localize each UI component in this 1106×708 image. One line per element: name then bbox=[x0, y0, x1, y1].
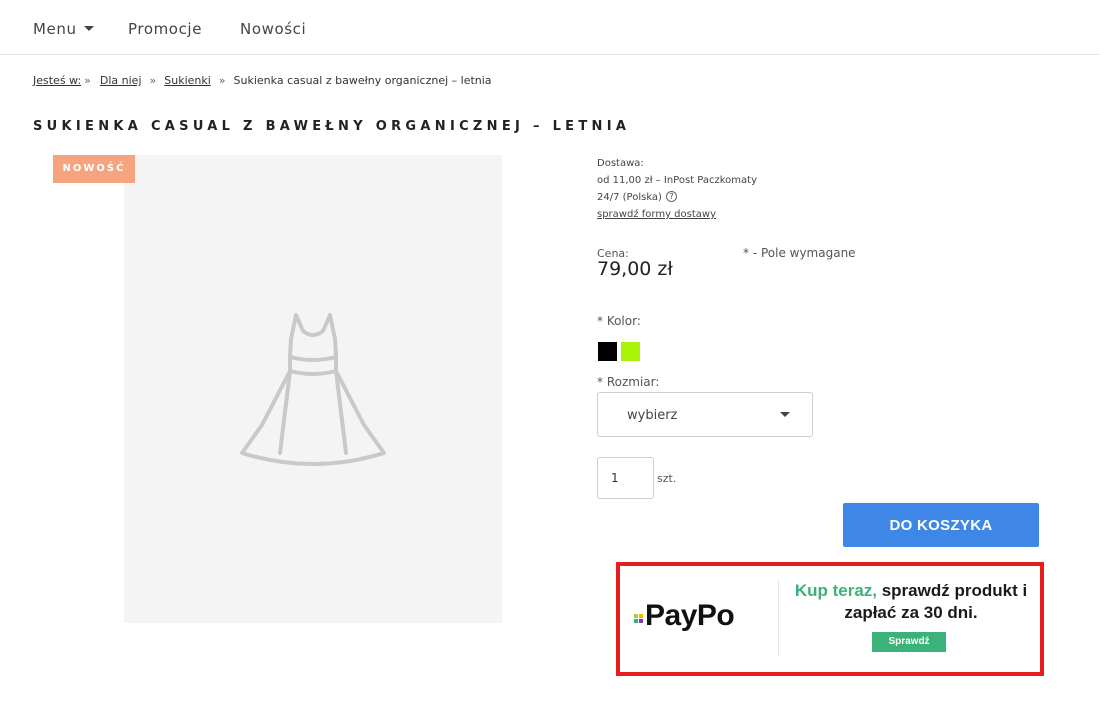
color-label: * Kolor: bbox=[597, 314, 641, 328]
delivery-line-2-wrap: 24/7 (Polska)? bbox=[597, 189, 757, 206]
size-label: * Rozmiar: bbox=[597, 375, 660, 389]
paypo-check-button[interactable]: Sprawdź bbox=[872, 632, 946, 652]
breadcrumb: Jesteś w:» Dla niej» Sukienki» Sukienka cas… bbox=[33, 74, 492, 87]
breadcrumb-separator: » bbox=[218, 74, 226, 87]
breadcrumb-separator: » bbox=[149, 74, 157, 87]
paypo-dots-icon bbox=[634, 614, 643, 624]
quantity-input[interactable] bbox=[597, 457, 654, 499]
color-swatch-black[interactable] bbox=[598, 342, 617, 361]
breadcrumb-separator: » bbox=[84, 74, 91, 87]
delivery-label: Dostawa: bbox=[597, 158, 644, 169]
top-navigation: Menu Promocje Nowości bbox=[0, 0, 1100, 55]
paypo-banner[interactable]: PayPo Kup teraz, sprawdź produkt i zapła… bbox=[616, 562, 1044, 676]
delivery-line-1: od 11,00 zł – InPost Paczkomaty bbox=[597, 175, 758, 186]
delivery-info: Dostawa: od 11,00 zł – InPost Paczkomaty… bbox=[597, 155, 757, 223]
paypo-message: Kup teraz, sprawdź produkt i zapłać za 3… bbox=[786, 580, 1036, 624]
price-value: 79,00 zł bbox=[597, 258, 673, 280]
paypo-message-highlight: Kup teraz, bbox=[794, 581, 877, 600]
product-image[interactable] bbox=[124, 155, 502, 623]
required-fields-note: * - Pole wymagane bbox=[743, 246, 856, 260]
nav-menu-dropdown[interactable]: Menu bbox=[33, 20, 94, 38]
size-select[interactable]: wybierz bbox=[597, 392, 813, 437]
help-icon[interactable]: ? bbox=[665, 190, 677, 202]
nav-item-new[interactable]: Nowości bbox=[240, 20, 306, 38]
color-swatch-lime[interactable] bbox=[621, 342, 640, 361]
paypo-logo: PayPo bbox=[634, 599, 735, 633]
page-title: SUKIENKA CASUAL Z BAWEŁNY ORGANICZNEJ – … bbox=[33, 119, 631, 134]
paypo-divider bbox=[778, 580, 779, 656]
quantity-unit: szt. bbox=[657, 472, 677, 485]
new-badge: NOWOŚĆ bbox=[53, 155, 135, 183]
nav-menu-label: Menu bbox=[33, 20, 77, 38]
breadcrumb-current: Sukienka casual z bawełny organicznej – … bbox=[233, 74, 492, 87]
size-select-value: wybierz bbox=[627, 408, 678, 423]
nav-item-promotions[interactable]: Promocje bbox=[128, 20, 202, 38]
delivery-methods-link[interactable]: sprawdź formy dostawy bbox=[597, 209, 716, 220]
add-to-cart-button[interactable]: DO KOSZYKA bbox=[843, 503, 1039, 547]
paypo-logo-text: PayPo bbox=[645, 599, 735, 632]
breadcrumb-link-dresses[interactable]: Sukienki bbox=[164, 74, 211, 87]
chevron-down-icon bbox=[83, 26, 94, 31]
breadcrumb-prefix-link[interactable]: Jesteś w: bbox=[33, 74, 81, 87]
chevron-down-icon bbox=[780, 412, 790, 417]
dress-placeholder-icon bbox=[240, 313, 386, 466]
breadcrumb-link-for-her[interactable]: Dla niej bbox=[100, 74, 142, 87]
delivery-line-2: 24/7 (Polska) bbox=[597, 192, 662, 203]
